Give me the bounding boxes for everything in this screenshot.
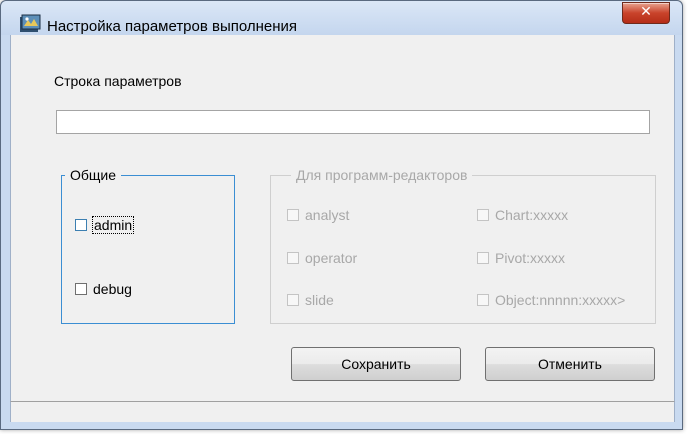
- close-icon: ✕: [640, 4, 652, 20]
- operator-checkbox-box[interactable]: [287, 252, 299, 264]
- object-checkbox-box[interactable]: [477, 294, 489, 306]
- analyst-checkbox[interactable]: analyst: [287, 207, 349, 223]
- slide-checkbox-label: slide: [305, 292, 334, 308]
- common-group: Общие: [61, 167, 235, 324]
- debug-checkbox[interactable]: debug: [75, 281, 132, 297]
- chart-checkbox-label: Chart:xxxxx: [495, 207, 569, 223]
- pivot-checkbox[interactable]: Pivot:xxxxx: [477, 250, 565, 266]
- status-bar: [10, 401, 675, 422]
- admin-checkbox-label: admin: [91, 216, 135, 234]
- window-title: Настройка параметров выполнения: [47, 18, 298, 35]
- object-checkbox-label: Object:nnnnn:xxxxx>: [495, 292, 626, 308]
- slide-checkbox-box[interactable]: [287, 294, 299, 306]
- pivot-checkbox-box[interactable]: [477, 252, 489, 264]
- chart-checkbox[interactable]: Chart:xxxxx: [477, 207, 568, 223]
- analyst-checkbox-box[interactable]: [287, 209, 299, 221]
- editors-group-legend: Для программ-редакторов: [296, 167, 468, 183]
- common-group-legend: Общие: [70, 167, 117, 183]
- admin-checkbox-box[interactable]: [75, 219, 87, 231]
- params-label: Строка параметров: [54, 73, 182, 89]
- analyst-checkbox-label: analyst: [305, 207, 350, 223]
- app-icon: [20, 14, 41, 32]
- chart-checkbox-box[interactable]: [477, 209, 489, 221]
- cancel-button[interactable]: Отменить: [485, 347, 655, 381]
- debug-checkbox-box[interactable]: [75, 283, 87, 295]
- debug-checkbox-label: debug: [93, 281, 132, 297]
- params-input[interactable]: [56, 110, 650, 134]
- object-checkbox[interactable]: Object:nnnnn:xxxxx>: [477, 292, 653, 308]
- slide-checkbox[interactable]: slide: [287, 292, 334, 308]
- close-button[interactable]: ✕: [622, 2, 670, 24]
- admin-checkbox[interactable]: admin: [75, 216, 135, 234]
- title-bar[interactable]: Настройка параметров выполнения ✕: [1, 1, 682, 35]
- save-button[interactable]: Сохранить: [291, 347, 461, 381]
- pivot-checkbox-label: Pivot:xxxxx: [495, 250, 566, 266]
- operator-checkbox-label: operator: [305, 250, 358, 266]
- operator-checkbox[interactable]: operator: [287, 250, 357, 266]
